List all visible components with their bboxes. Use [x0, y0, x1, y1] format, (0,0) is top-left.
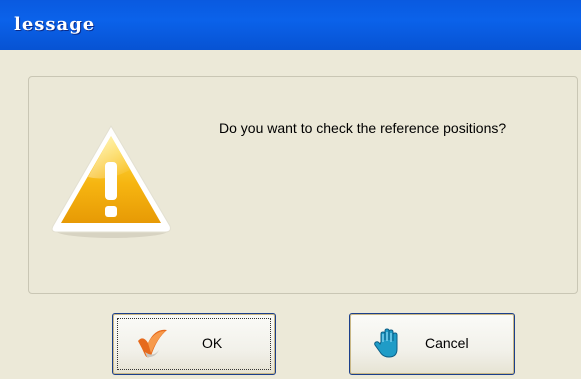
message-dialog: lessage Do you want to check the referen… [0, 0, 581, 379]
title-bar[interactable]: lessage [0, 0, 581, 50]
ok-button-label: OK [202, 335, 223, 351]
warning-icon [51, 125, 171, 238]
dialog-message: Do you want to check the reference posit… [219, 120, 507, 136]
cancel-button[interactable]: Cancel [349, 313, 515, 375]
ok-button[interactable]: OK [112, 313, 276, 375]
dialog-title: lessage [14, 14, 96, 35]
cancel-button-label: Cancel [425, 335, 469, 351]
checkmark-icon [138, 329, 167, 358]
hand-stop-icon [374, 328, 398, 358]
